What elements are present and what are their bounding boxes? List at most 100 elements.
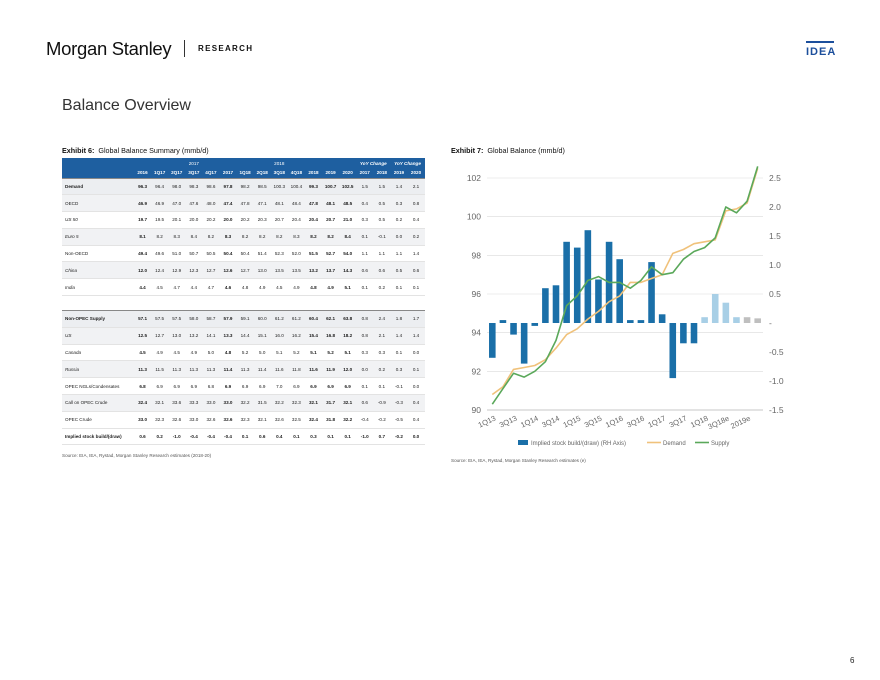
column-header: 4Q17 [202, 168, 220, 178]
table-cell: 12.4 [151, 261, 169, 280]
table-cell: 54.0 [339, 245, 357, 263]
table-cell: 12.7 [202, 261, 220, 280]
table-row: Canada 4.5 4.9 4.5 4.9 5.0 4.8 5.2 5.0 5.1 5.2 5.1 5… [62, 344, 425, 362]
table-cell: 46.9 [151, 194, 169, 213]
row-label: US 50 [62, 211, 134, 229]
table-cell: 6.9 [287, 377, 305, 396]
morgan-stanley-logo: Morgan Stanley [46, 38, 172, 59]
table-cell: 50.5 [202, 245, 220, 263]
table-cell: 13.3 [219, 327, 237, 345]
table-cell: 98.5 [253, 177, 271, 196]
table-cell: 19.7 [134, 211, 152, 229]
legend-label-stock: Implied stock build/(draw) (RH Axis) [531, 441, 626, 447]
table-cell: 6.9 [339, 377, 357, 396]
table-cell: 20.2 [236, 211, 254, 229]
table-cell: 0.1 [390, 344, 408, 362]
table-cell: 6.9 [168, 377, 186, 396]
table-cell: 20.4 [304, 211, 323, 229]
table-cell: 32.1 [151, 394, 169, 412]
table-cell: 0.4 [407, 211, 425, 229]
row-label: Euro 5 [62, 228, 134, 246]
table-cell: 4.8 [219, 344, 237, 362]
table-cell: -0.3 [390, 394, 408, 412]
table-cell: -1.0 [356, 428, 374, 446]
table-cell: 6.8 [202, 377, 220, 396]
table-row: Non-OPEC Supply 57.1 57.5 57.5 58.0 58.7 57.9 5… [62, 310, 425, 328]
x-axis-tick-label: 3Q13 [498, 414, 518, 430]
table-cell: 11.3 [236, 360, 254, 379]
table-cell: 50.4 [236, 245, 254, 263]
table-cell: 16.8 [322, 327, 340, 345]
x-axis-tick-label: 3Q16 [625, 414, 645, 430]
column-header: 2020 [339, 168, 357, 178]
table-cell: 4.7 [168, 278, 186, 297]
table-cell: 0.5 [373, 194, 391, 213]
column-header: 3Q17 [185, 168, 203, 178]
table-cell: 48.1 [270, 194, 288, 213]
x-axis-tick-label: 1Q15 [562, 414, 582, 430]
table-cell: 59.1 [236, 310, 254, 328]
group-header-yoy-2: YoY Change [390, 158, 425, 168]
table-cell: 0.4 [356, 194, 374, 213]
table-cell: 0.2 [407, 228, 425, 246]
table-cell: 0.7 [373, 428, 391, 446]
table-cell: 96.3 [134, 177, 152, 196]
table-cell: 0.0 [407, 428, 425, 446]
left-axis-tick-label: 98 [472, 250, 482, 260]
table-row: Euro 5 8.1 8.2 8.3 8.4 8.2 8.3 8.2 8.2 8.2 8.3 8.2 8… [62, 228, 425, 246]
exhibit-7-title: Exhibit 7: Global Balance (mmb/d) [451, 146, 565, 155]
table-row: Demand 96.3 96.4 98.0 98.3 98.6 97.8 98.2 98.5 10… [62, 177, 425, 196]
table-cell: 1.5 [356, 177, 374, 196]
right-axis-tick-label: - [769, 318, 772, 328]
column-header: 2016 [134, 168, 152, 178]
table-cell: 13.7 [322, 261, 340, 280]
x-axis-tick-label: 3Q17 [668, 414, 688, 430]
table-cell: 5.1 [270, 344, 288, 362]
column-header: 2018 [373, 168, 391, 178]
table-cell: 12.7 [151, 327, 169, 345]
table-cell: 20.2 [202, 211, 220, 229]
table-cell: -0.4 [202, 428, 220, 446]
table-cell: 47.0 [168, 194, 186, 213]
table-cell: 97.8 [219, 177, 237, 196]
table-cell: 100.4 [287, 177, 305, 196]
table-cell: 100.7 [322, 177, 340, 196]
left-axis-tick-label: 102 [467, 173, 481, 183]
left-axis-tick-label: 100 [467, 212, 481, 222]
bar-stock-build [616, 259, 623, 323]
column-header: 2017 [356, 168, 374, 178]
table-cell: 18.2 [339, 327, 357, 345]
table-cell: 8.2 [253, 228, 271, 246]
table-cell: 0.3 [390, 360, 408, 379]
right-axis-tick-label: -1.0 [769, 376, 784, 386]
row-label: OPEC NGLs/Condensates [62, 377, 134, 396]
group-header-2018: 2018 [236, 158, 323, 168]
row-label: Demand [62, 177, 134, 196]
x-axis-tick-label: 3Q18e [706, 414, 730, 432]
table-cell: 47.8 [304, 194, 323, 213]
table-cell: 4.9 [151, 344, 169, 362]
table-cell: 98.0 [168, 177, 186, 196]
table-cell: 33.0 [219, 394, 237, 412]
bar-stock-build [722, 302, 730, 323]
table-cell: 46.9 [134, 194, 152, 213]
column-header: 3Q18 [270, 168, 288, 178]
table-cell: 11.4 [219, 360, 237, 379]
table-cell: 0.6 [356, 261, 374, 280]
table-cell: 32.2 [339, 411, 357, 429]
idea-accent-line [806, 41, 834, 43]
table-cell: 33.0 [202, 394, 220, 412]
table-cell: 0.1 [236, 428, 254, 446]
header-separator [184, 40, 185, 57]
table-cell: 4.4 [185, 278, 203, 297]
exhibit-6-caption: Global Balance Summary (mmb/d) [98, 146, 209, 155]
table-cell: 0.5 [390, 261, 408, 280]
right-axis-tick-label: 2.5 [769, 173, 781, 183]
table-cell: 0.1 [356, 377, 374, 396]
table-cell: 0.1 [356, 278, 374, 297]
table-cell: 51.4 [253, 245, 271, 263]
table-cell: 98.2 [236, 177, 254, 196]
table-cell: 48.1 [322, 194, 340, 213]
table-cell: 11.6 [270, 360, 288, 379]
table-cell: 0.0 [407, 377, 425, 396]
